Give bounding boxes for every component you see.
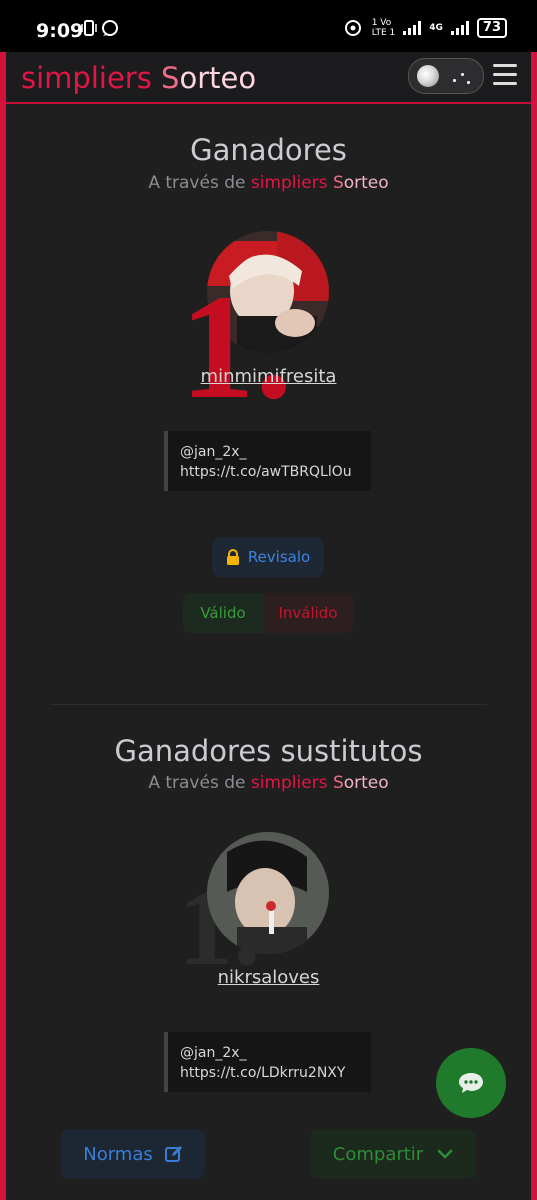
validity-button-group: Válido Inválido [183,593,353,633]
status-notification-icons [80,19,124,42]
chat-icon [459,1073,483,1093]
status-time: 9:09 [36,20,84,42]
rules-button[interactable]: Normas [61,1129,205,1179]
network-4g: 4G [429,23,443,33]
brand-part-3: orteo [179,61,257,95]
substitutes-subtitle-brand-3: orteo [343,773,389,793]
winner-tweet-card: @jan_2x_ https://t.co/awTBRQLlOu [164,431,371,491]
share-button[interactable]: Compartir [310,1129,476,1179]
share-label: Compartir [332,1143,424,1165]
chevron-down-icon [437,1149,453,1159]
substitutes-subtitle: A través de simpliers Sorteo [0,773,537,793]
substitutes-subtitle-brand-2: S [332,773,344,793]
winner-rank: 1. [180,264,293,430]
winners-subtitle-prefix: A través de [148,173,251,193]
signal-2-icon [450,21,469,35]
status-right-icons: 1 Vo LTE 1 4G 73 [342,18,507,38]
substitutes-subtitle-brand-1: simpliers [250,773,333,793]
winner-tweet-handle: @jan_2x_ [180,444,247,460]
substitutes-title: Ganadores sustitutos [114,734,423,768]
review-button[interactable]: Revisalo [212,537,324,577]
brand-part-1: simpliers [21,61,162,95]
network-label-top: 1 Vo [371,18,392,28]
invalid-button[interactable]: Inválido [263,593,353,633]
substitute-tweet-handle: @jan_2x_ [180,1045,247,1061]
substitutes-subtitle-prefix: A través de [148,773,251,793]
section-divider [50,704,487,705]
network-label-bottom: LTE 1 [371,28,396,38]
review-label: Revisalo [247,548,311,566]
winners-subtitle: A través de simpliers Sorteo [0,173,537,193]
top-navbar: simpliers Sorteo [6,52,531,104]
substitute-username[interactable]: nikrsaloves [0,967,537,988]
brand-logo[interactable]: simpliers Sorteo [21,61,256,95]
valid-button[interactable]: Válido [183,593,263,633]
vibrate-icon [81,20,118,36]
brand-part-2: S [161,61,180,95]
hotspot-icon [344,20,361,36]
winners-subtitle-brand-1: simpliers [250,173,333,193]
signal-icon [403,21,422,35]
battery-indicator: 73 [476,18,507,38]
rules-label: Normas [83,1143,153,1165]
hamburger-icon[interactable] [493,64,517,91]
theme-toggle[interactable] [408,58,484,94]
theme-toggle-icon [417,65,439,87]
substitute-avatar [207,832,329,954]
winners-subtitle-brand-3: orteo [343,173,389,193]
winner-tweet-link[interactable]: https://t.co/awTBRQLlOu [180,462,359,482]
chat-button[interactable] [436,1048,506,1118]
substitute-tweet-card: @jan_2x_ https://t.co/LDkrru2NXY [164,1032,371,1092]
substitute-tweet-link[interactable]: https://t.co/LDkrru2NXY [180,1063,359,1083]
edit-icon [164,1146,182,1162]
winners-title: Ganadores [190,133,347,167]
lock-icon [226,549,239,565]
status-bar: 9:09 1 Vo LTE 1 4G 73 [0,0,537,52]
winner-username[interactable]: minmimifresita [0,366,537,387]
winners-subtitle-brand-2: S [332,173,344,193]
